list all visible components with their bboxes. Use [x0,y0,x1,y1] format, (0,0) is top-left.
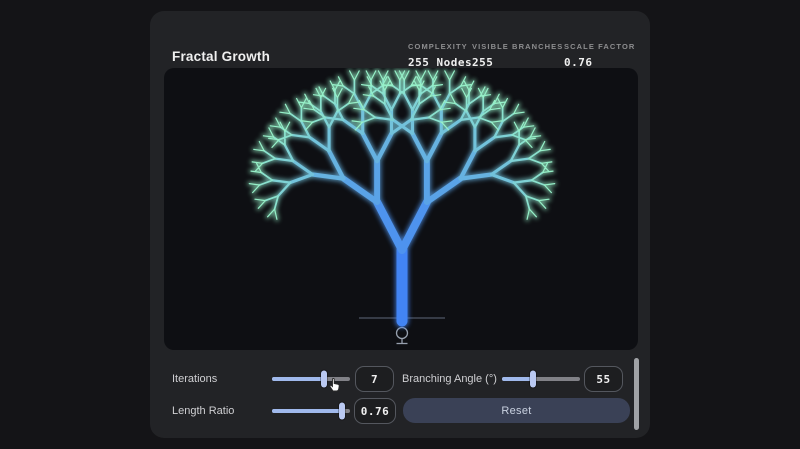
stat-complexity: COMPLEXITY 255 Nodes [408,42,472,69]
branching-angle-slider[interactable] [502,366,580,392]
fractal-tree-branches [248,70,556,327]
length-ratio-value-field[interactable]: 0.76 [354,398,396,424]
stat-visible-branches-label: VISIBLE BRANCHES [472,42,564,51]
iterations-slider-fill [272,377,325,381]
length-ratio-slider-fill [272,409,343,413]
length-ratio-slider-thumb[interactable] [339,402,346,420]
branching-angle-label: Branching Angle (°) [402,373,497,385]
branching-angle-value-field[interactable]: 55 [584,366,623,392]
stat-complexity-label: COMPLEXITY [408,42,468,51]
reset-button[interactable]: Reset [403,398,630,423]
page-title: Fractal Growth [172,49,271,64]
length-ratio-slider[interactable] [272,398,350,424]
scrollbar-thumb[interactable] [634,358,639,430]
branching-angle-slider-thumb[interactable] [530,370,537,388]
stat-scale-factor: SCALE FACTOR 0.76 [564,42,635,69]
branching-angle-slider-fill [502,377,534,381]
fractal-tree-visualization [247,69,557,345]
iterations-label: Iterations [172,373,218,385]
tree-icon [395,326,409,345]
stat-scale-factor-label: SCALE FACTOR [564,42,636,51]
fractal-growth-panel: Fractal Growth COMPLEXITY 255 Nodes VISI… [150,11,650,438]
iterations-slider[interactable] [272,366,350,392]
length-ratio-label: Length Ratio [172,405,235,417]
iterations-value-field[interactable]: 7 [355,366,394,392]
app-background: Fractal Growth COMPLEXITY 255 Nodes VISI… [0,0,800,449]
fractal-canvas [164,68,638,350]
iterations-slider-thumb[interactable] [321,370,328,388]
stat-visible-branches: VISIBLE BRANCHES 255 [472,42,563,69]
